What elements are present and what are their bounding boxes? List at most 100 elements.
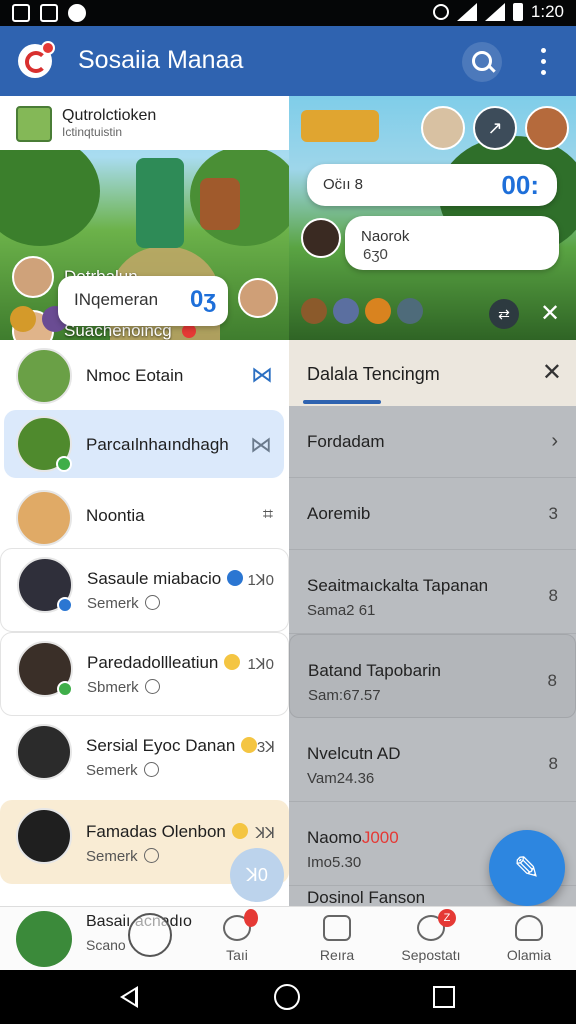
news-notification-icon (40, 4, 58, 22)
panel-item[interactable]: Seaitmaıckalta Tapanan Sama2 61 8 (289, 550, 576, 634)
list-item-peek[interactable]: Basaiı acnadıo Scano (0, 907, 220, 971)
clock: 1:20 (530, 2, 564, 21)
contact-sub: Semerk (87, 595, 160, 612)
avatar[interactable] (421, 106, 465, 150)
contact-name: Nmoc Eotain (86, 366, 184, 385)
recent-apps-icon[interactable] (433, 986, 455, 1008)
list-item[interactable]: Sersial Eyoc Danan Semerk 3ꓘ (0, 716, 289, 800)
home-icon[interactable] (274, 984, 300, 1010)
nav-label: Reıra (319, 947, 355, 963)
contact-name: Parcaılnhaındhagh (86, 435, 229, 454)
nav-tab-profile[interactable]: Olamia (484, 907, 574, 971)
avatar (16, 808, 72, 864)
panel-item[interactable]: Aoremib 3 (289, 478, 576, 550)
status-circle-icon (143, 848, 159, 863)
verified-icon (181, 324, 196, 338)
details-panel: Dalala Tencingm ✕ Fordadam › Aoremib 3 S… (289, 340, 576, 906)
verified-badge (57, 597, 73, 613)
nav-tab-chat[interactable]: Taıi (192, 907, 282, 971)
profile-icon (515, 915, 543, 941)
contact-meta: 3ꓘ (256, 739, 275, 756)
contact-sub: Scano (86, 937, 126, 953)
avatar (16, 724, 72, 780)
avatar[interactable] (238, 278, 278, 318)
contact-meta: ꓘꓘ (255, 825, 275, 842)
badge-icon (333, 298, 359, 324)
app-logo-icon[interactable] (18, 41, 55, 78)
list-item[interactable]: Paredadollleatiun Sbmerk 1ꓘ0 (0, 632, 289, 716)
contact-name: Sersial Eyoc Danan (86, 736, 258, 756)
battery-icon (512, 3, 523, 21)
alarm-icon (432, 4, 449, 20)
badge-icon (301, 298, 327, 324)
notification-badge (244, 909, 258, 927)
photo-notification-icon (12, 4, 30, 22)
panel-item[interactable]: Fordadam › (289, 406, 576, 478)
status-circle-icon (144, 679, 160, 694)
nav-label: Sepostatı (401, 947, 461, 963)
tab-indicator (303, 400, 381, 404)
pill-count: 0ʒ (190, 286, 216, 313)
share-icon[interactable]: ↗ (473, 106, 517, 150)
swap-icon[interactable]: ⇄ (489, 299, 519, 329)
back-icon[interactable] (120, 986, 138, 1008)
game-character (136, 158, 184, 248)
contact-sub: Semerk (86, 848, 159, 865)
avatar (16, 911, 72, 967)
chat-bubble[interactable]: Oc̈ıı 8 00: (307, 164, 557, 206)
panel-item-subtitle: Sam:67.57 (308, 687, 381, 704)
hero-right-scene[interactable]: ↗ Oc̈ıı 8 00: Naorok 6ʒ0 ⇄ ✕ (289, 96, 576, 340)
participant-avatars: ↗ (421, 106, 569, 150)
panel-item-value: 3 (548, 504, 558, 523)
close-icon[interactable]: ✕ (535, 299, 565, 329)
more-options-icon[interactable] (533, 46, 553, 78)
compose-fab-button[interactable]: ✎ (489, 830, 565, 906)
bottom-navigation: Basaiı acnadıo Scano Taıi Reıra Z Sepost… (0, 906, 576, 970)
panel-item[interactable]: Batand Tapobarin Sam:67.57 8 (289, 634, 576, 718)
contact-name: Famadas Olenbon (86, 822, 248, 842)
dismiss-icon[interactable]: ⋈ (250, 432, 272, 458)
contact-name: Paredadollleatiun (87, 653, 241, 673)
hero-left-scene[interactable]: Qutrolctioken Ictinqtuistin Dotrbalun Su… (0, 96, 300, 340)
status-circle-icon (144, 595, 160, 610)
panel-item-title: Dosinol Fanson (307, 888, 426, 906)
panel-item-title: NaomoJ000 (307, 828, 399, 847)
wifi-icon (456, 3, 477, 21)
avatar (12, 256, 54, 298)
cell-signal-icon (484, 3, 505, 21)
search-icon[interactable] (462, 42, 502, 82)
pen-tool-icon[interactable] (128, 913, 172, 957)
grid-icon[interactable]: ⌗ (263, 504, 273, 525)
avatar[interactable] (301, 218, 341, 258)
panel-item-subtitle: Sama2 61 (307, 602, 376, 619)
pill-text: INqemeran (74, 290, 159, 309)
hero-info-card[interactable]: Qutrolctioken Ictinqtuistin (0, 96, 289, 150)
list-item-selected[interactable]: Parcaılnhaındhagh ⋈ (4, 410, 284, 478)
bubble-text: Oc̈ıı 8 (323, 176, 364, 193)
panel-item[interactable]: Nvelcutn AD Vam24.36 8 (289, 718, 576, 802)
chat-bubble[interactable]: Naorok 6ʒ0 (345, 216, 559, 270)
close-icon[interactable]: ✕ (542, 358, 562, 387)
hero-status-pill[interactable]: INqemeran 0ʒ (58, 276, 228, 326)
voice-fab-button[interactable]: ꓘ0 (230, 848, 284, 902)
emoji-icon (241, 737, 258, 753)
badge-icon (397, 298, 423, 324)
logo-badge (41, 41, 55, 55)
avatar[interactable] (525, 106, 569, 150)
panel-item-title: Fordadam (307, 432, 385, 451)
dismiss-icon[interactable]: ⋈ (251, 362, 273, 388)
nav-tab-messages[interactable]: Z Sepostatı (386, 907, 476, 971)
online-badge (57, 681, 73, 697)
contact-list: Nmoc Eotain ⋈ Parcaılnhaındhagh ⋈ Noonti… (0, 340, 289, 906)
panel-title: Dalala Tencingm (307, 364, 440, 384)
app-bar: Sosaiia Manaa (0, 26, 576, 96)
panel-item-value: 8 (547, 671, 557, 690)
notification-icons (12, 4, 86, 22)
contact-meta: 1ꓘ0 (247, 572, 274, 589)
panel-item-value: 8 (548, 586, 558, 605)
emoji-icon (224, 654, 241, 670)
list-item[interactable]: Sasaule miabacio Semerk 1ꓘ0 (0, 548, 289, 632)
nav-tab-files[interactable]: Reıra (292, 907, 382, 971)
avatar (16, 348, 72, 404)
bubble-count: 00: (501, 170, 539, 200)
